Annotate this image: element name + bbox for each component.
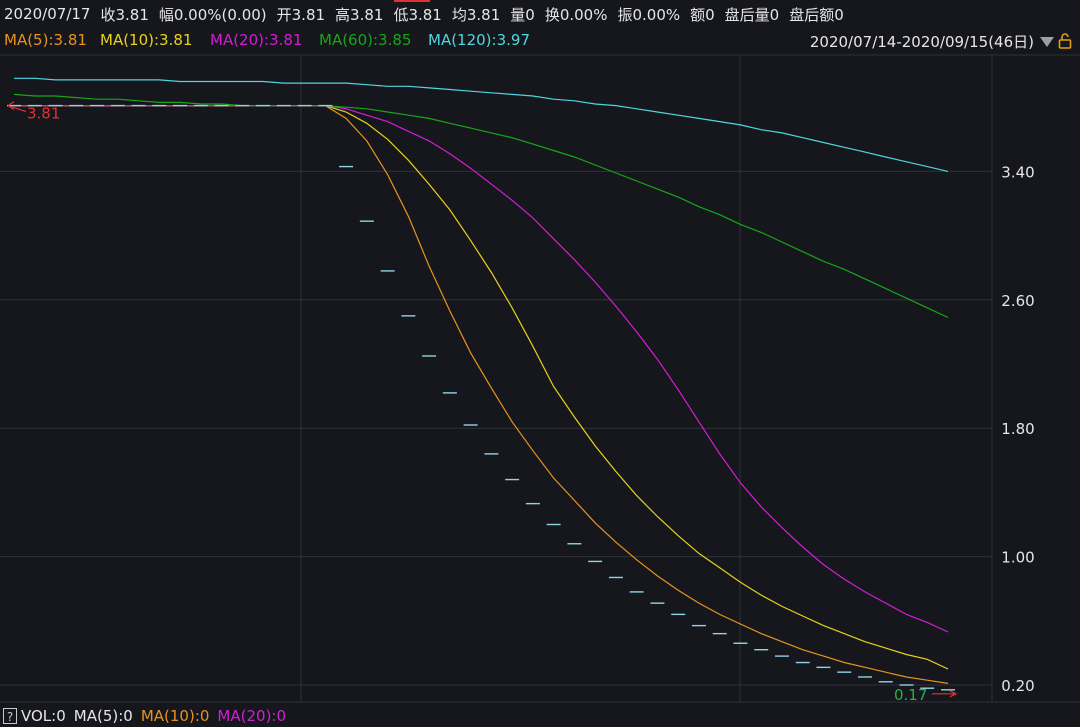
question-icon[interactable]: ?	[3, 707, 17, 724]
info-low: 低3.81	[393, 5, 442, 24]
info-high: 高3.81	[335, 5, 384, 24]
ma-line-ma20	[14, 104, 949, 633]
ma-line-ma10	[14, 104, 949, 670]
quote-info-bar: 2020/07/17 收3.81 幅0.00%(0.00) 开3.81 高3.8…	[0, 0, 1080, 28]
y-tick-label-3: 1.00	[1001, 549, 1034, 567]
vol-ma10-label: MA(10):0	[140, 706, 210, 725]
ma5-legend[interactable]: MA(5):3.81	[4, 31, 87, 49]
ma20-legend[interactable]: MA(20):3.81	[210, 31, 302, 49]
y-tick-label-1: 2.60	[1001, 292, 1034, 310]
min-price-label: 0.17	[894, 686, 927, 704]
min-price-arrow	[932, 690, 958, 698]
info-turnover: 换0.00%	[544, 5, 608, 24]
kline-chart[interactable]: 3.40 2.60 1.80 1.00 0.20 3.81 0.17	[0, 0, 1080, 727]
info-change: 幅0.00%(0.00)	[158, 5, 267, 24]
max-price-arrow	[7, 101, 27, 113]
ma-line-ma5	[14, 104, 949, 684]
date-range-selector[interactable]: 2020/07/14-2020/09/15(46日)	[810, 31, 1054, 52]
vol-ma20-label: MA(20):0	[217, 706, 287, 725]
max-price-label: 3.81	[27, 105, 60, 123]
y-tick-label-0: 3.40	[1001, 163, 1034, 181]
ma-line-ma120	[14, 77, 949, 172]
ma120-legend[interactable]: MA(120):3.97	[428, 31, 530, 49]
info-amount: 额0	[690, 5, 715, 24]
active-marker	[394, 0, 430, 2]
info-after-amount: 盘后额0	[789, 5, 844, 24]
vol-label: VOL:0	[21, 706, 66, 725]
volume-legend-bar: ? VOL:0 MA(5):0 MA(10):0 MA(20):0	[0, 704, 1080, 727]
date-range-label: 2020/07/14-2020/09/15(46日)	[809, 33, 1034, 51]
info-avg: 均3.81	[451, 5, 501, 24]
triangle-down-icon[interactable]	[1040, 36, 1054, 47]
y-tick-label-4: 0.20	[1001, 677, 1034, 695]
info-open: 开3.81	[276, 5, 326, 24]
info-close: 收3.81	[100, 5, 149, 24]
lock-open-icon[interactable]	[1058, 33, 1072, 49]
vol-ma5-label: MA(5):0	[73, 706, 133, 725]
ma60-legend[interactable]: MA(60):3.85	[319, 31, 411, 49]
info-date: 2020/07/17	[4, 5, 91, 23]
ma-line-ma60	[13, 93, 949, 319]
y-tick-label-2: 1.80	[1001, 420, 1034, 438]
info-volume: 量0	[510, 5, 535, 24]
info-amplitude: 振0.00%	[617, 5, 681, 24]
ma10-legend[interactable]: MA(10):3.81	[100, 31, 192, 49]
info-after-volume: 盘后量0	[724, 5, 780, 24]
